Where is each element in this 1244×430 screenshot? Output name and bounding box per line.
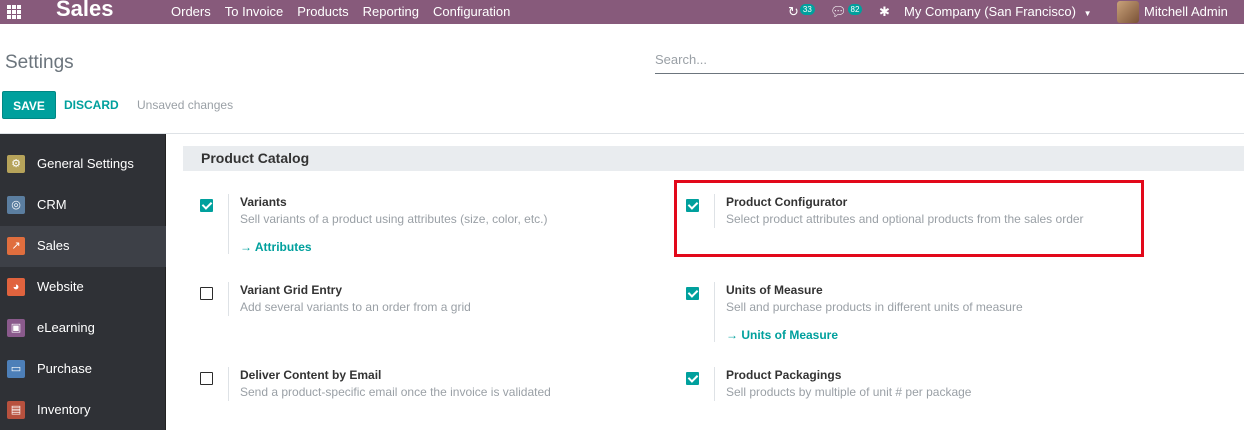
variants-checkbox[interactable] — [200, 199, 213, 212]
menu-reporting[interactable]: Reporting — [363, 4, 419, 19]
messages-badge: 82 — [847, 4, 863, 15]
control-panel: Settings Search... SAVE DISCARD Unsaved … — [0, 24, 1244, 134]
main-menu: Orders To Invoice Products Reporting Con… — [171, 4, 524, 19]
apps-grid-icon[interactable] — [7, 5, 21, 19]
debug-icon[interactable]: ✱ — [879, 4, 890, 20]
product-packagings-checkbox[interactable] — [686, 372, 699, 385]
sidebar-item-crm[interactable]: ◎ CRM — [0, 185, 166, 226]
menu-orders[interactable]: Orders — [171, 4, 211, 19]
sidebar-item-label: CRM — [37, 197, 67, 212]
link-label: Units of Measure — [741, 328, 839, 342]
sidebar-item-label: Purchase — [37, 361, 92, 376]
setting-body: Product Packagings Sell products by mult… — [714, 367, 971, 401]
setting-body: Variant Grid Entry Add several variants … — [228, 282, 471, 316]
chat-icon: 💬︎ — [830, 4, 847, 19]
sidebar-item-general-settings[interactable]: ⚙ General Settings — [0, 144, 166, 185]
sidebar-item-label: eLearning — [37, 320, 95, 335]
sidebar-item-website[interactable]: ◕ Website — [0, 267, 166, 308]
globe-icon: ◕ — [7, 278, 25, 296]
settings-content: Product Catalog Variants Sell variants o… — [166, 134, 1244, 430]
company-name: My Company (San Francisco) — [904, 4, 1076, 19]
sidebar-item-sales[interactable]: ↗ Sales — [0, 226, 166, 267]
highlight-box — [674, 180, 1144, 257]
units-of-measure-checkbox[interactable] — [686, 287, 699, 300]
messages-button[interactable]: 💬︎ 82 — [830, 4, 863, 20]
avatar[interactable] — [1117, 1, 1139, 23]
settings-sidebar: ⚙ General Settings ◎ CRM ↗ Sales ◕ Websi… — [0, 134, 166, 430]
setting-body: Units of Measure Sell and purchase produ… — [714, 282, 1023, 342]
handshake-icon: ◎ — [7, 196, 25, 214]
link-label: Attributes — [254, 240, 312, 254]
search-input[interactable]: Search... — [655, 50, 1244, 74]
setting-title: Variants — [240, 195, 287, 209]
menu-to-invoice[interactable]: To Invoice — [225, 4, 284, 19]
elearning-icon: ▣ — [7, 319, 25, 337]
top-navbar: Sales Orders To Invoice Products Reporti… — [0, 0, 1244, 24]
activity-button[interactable]: ↻ 33 — [788, 4, 815, 20]
box-icon: ▤ — [7, 401, 25, 419]
save-button[interactable]: SAVE — [2, 91, 56, 119]
setting-desc: Sell variants of a product using attribu… — [240, 212, 548, 226]
user-name[interactable]: Mitchell Admin — [1144, 4, 1228, 19]
sidebar-item-label: Sales — [37, 238, 70, 253]
sidebar-item-label: Website — [37, 279, 84, 294]
menu-products[interactable]: Products — [297, 4, 348, 19]
unsaved-status: Unsaved changes — [137, 98, 234, 112]
setting-desc: Add several variants to an order from a … — [240, 300, 471, 314]
chart-icon: ↗ — [7, 237, 25, 255]
app-title[interactable]: Sales — [56, 0, 114, 22]
activity-badge: 33 — [799, 4, 815, 15]
setting-desc: Sell products by multiple of unit # per … — [726, 385, 972, 399]
card-icon: ▭ — [7, 360, 25, 378]
discard-button[interactable]: DISCARD — [64, 98, 119, 112]
sidebar-item-label: Inventory — [37, 402, 91, 417]
setting-title: Units of Measure — [726, 283, 823, 297]
menu-configuration[interactable]: Configuration — [433, 4, 510, 19]
setting-title: Product Packagings — [726, 368, 842, 382]
attributes-link[interactable]: → Attributes — [240, 240, 547, 254]
setting-title: Variant Grid Entry — [240, 283, 343, 297]
gear-icon: ⚙ — [7, 155, 25, 173]
setting-body: Variants Sell variants of a product usin… — [228, 194, 547, 254]
setting-body: Deliver Content by Email Send a product-… — [228, 367, 551, 401]
setting-desc: Sell and purchase products in different … — [726, 300, 1023, 314]
deliver-content-checkbox[interactable] — [200, 372, 213, 385]
company-switcher[interactable]: My Company (San Francisco) ▼ — [904, 4, 1092, 19]
sidebar-item-inventory[interactable]: ▤ Inventory — [0, 390, 166, 430]
sidebar-item-elearning[interactable]: ▣ eLearning — [0, 308, 166, 349]
sidebar-item-purchase[interactable]: ▭ Purchase — [0, 349, 166, 390]
setting-title: Deliver Content by Email — [240, 368, 382, 382]
sidebar-item-label: General Settings — [37, 156, 134, 171]
page-title: Settings — [5, 52, 74, 73]
setting-desc: Send a product-specific email once the i… — [240, 385, 551, 399]
variant-grid-entry-checkbox[interactable] — [200, 287, 213, 300]
caret-down-icon: ▼ — [1083, 9, 1092, 18]
clock-icon: ↻ — [788, 4, 799, 19]
section-title: Product Catalog — [183, 146, 1244, 171]
units-of-measure-link[interactable]: → Units of Measure — [726, 328, 1023, 342]
